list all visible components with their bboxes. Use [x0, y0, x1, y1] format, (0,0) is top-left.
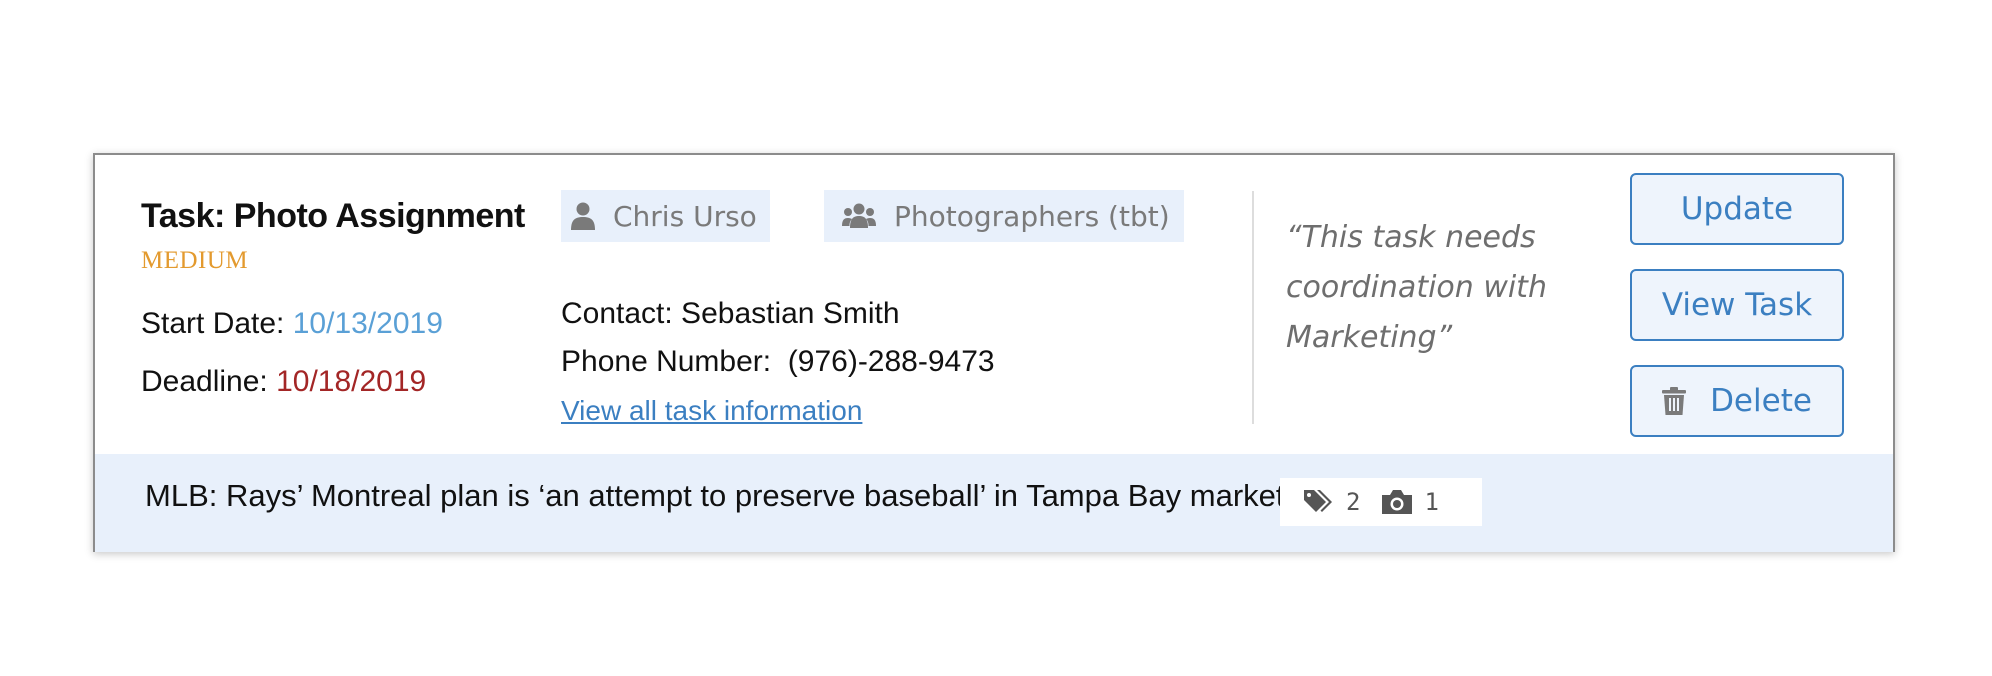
photo-count: 1 [1424, 488, 1439, 516]
vertical-divider [1252, 191, 1254, 424]
group-name: Photographers (tbt) [894, 199, 1170, 233]
tag-count: 2 [1346, 488, 1361, 516]
contact-name: Contact: Sebastian Smith [561, 297, 900, 330]
assignee-name: Chris Urso [613, 199, 757, 233]
trash-icon [1662, 387, 1687, 415]
users-icon [842, 202, 876, 230]
update-button-label: Update [1680, 191, 1794, 227]
group-pill[interactable]: Photographers (tbt) [824, 190, 1184, 242]
start-date-label: Start Date: [141, 307, 293, 340]
task-note-quote: “This task needs coordination with Marke… [1286, 220, 1547, 355]
view-all-info-link[interactable]: View all task information [561, 395, 862, 427]
delete-button[interactable]: Delete [1630, 365, 1844, 437]
story-headline[interactable]: MLB: Rays’ Montreal plan is ‘an attempt … [145, 478, 1285, 514]
task-card: Task: Photo Assignment MEDIUM Start Date… [93, 153, 1895, 552]
task-title: Task: Photo Assignment [141, 197, 525, 235]
update-button[interactable]: Update [1630, 173, 1844, 245]
start-date-row: Start Date: 10/13/2019 [141, 307, 443, 341]
story-meta: 2 1 [1280, 478, 1482, 526]
story-footer: MLB: Rays’ Montreal plan is ‘an attempt … [95, 454, 1893, 552]
phone-number: Phone Number: (976)-288-9473 [561, 345, 995, 378]
assignee-pill[interactable]: Chris Urso [561, 190, 770, 242]
priority-badge: MEDIUM [141, 247, 249, 274]
view-task-button-label: View Task [1661, 287, 1813, 323]
camera-icon [1382, 490, 1413, 514]
delete-button-label: Delete [1710, 383, 1812, 419]
deadline-label: Deadline: [141, 365, 277, 398]
deadline-row: Deadline: 10/18/2019 [141, 365, 426, 399]
deadline-value: 10/18/2019 [276, 365, 427, 398]
view-task-button[interactable]: View Task [1630, 269, 1844, 341]
tags-icon [1304, 490, 1334, 514]
start-date-value: 10/13/2019 [292, 307, 443, 340]
user-icon [571, 202, 595, 230]
